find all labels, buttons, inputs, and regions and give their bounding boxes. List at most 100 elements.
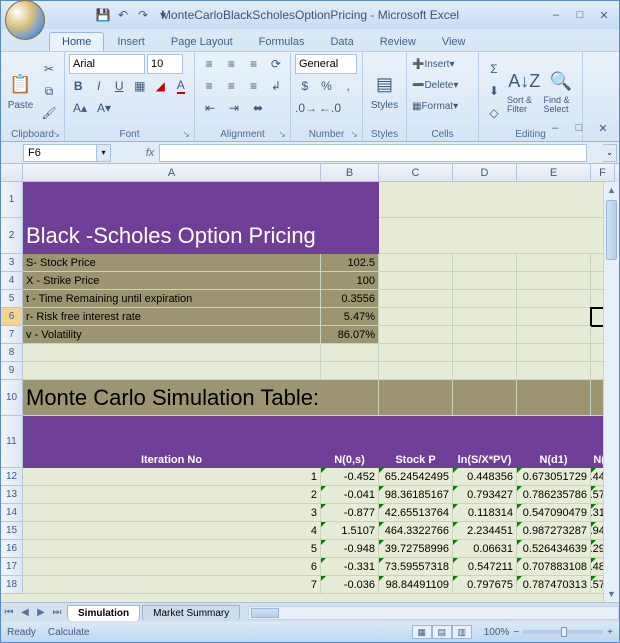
cell[interactable] (517, 290, 591, 308)
nd1-16[interactable]: 0.526434639 (517, 540, 591, 558)
cell[interactable] (517, 344, 591, 362)
undo-icon[interactable]: ↶ (115, 7, 131, 23)
align-top-icon[interactable]: ≡ (199, 54, 219, 74)
cell[interactable] (453, 326, 517, 344)
sort-filter-button[interactable]: A↓Z Sort & Filter (507, 54, 542, 128)
cell[interactable] (453, 380, 517, 416)
format-painter-icon[interactable]: 🖌 (38, 103, 60, 123)
row-1[interactable]: 1 (1, 182, 23, 218)
restore-button[interactable]: □ (569, 7, 591, 23)
cell[interactable] (453, 290, 517, 308)
cell[interactable] (453, 344, 517, 362)
hdr-lnsxpv[interactable]: ln(S/X*PV) (453, 416, 517, 468)
underline-button[interactable]: U (110, 76, 129, 96)
fill-icon[interactable]: ⬇ (483, 81, 505, 101)
align-middle-icon[interactable]: ≡ (221, 54, 241, 74)
alignment-launcher-icon[interactable]: ↘ (278, 129, 286, 140)
merge-center-icon[interactable]: ⬌ (247, 98, 269, 118)
title-banner[interactable] (23, 182, 379, 218)
row-10[interactable]: 10 (1, 380, 23, 416)
close-button[interactable]: ✕ (593, 7, 615, 23)
decrease-decimal-icon[interactable]: ←.0 (319, 98, 341, 118)
align-bottom-icon[interactable]: ≡ (244, 54, 264, 74)
black-scholes-title[interactable]: Black -Scholes Option Pricing (23, 218, 379, 254)
zoom-out-icon[interactable]: − (513, 627, 519, 638)
tab-view[interactable]: View (429, 32, 479, 51)
col-B[interactable]: B (321, 164, 379, 182)
row-7[interactable]: 7 (1, 326, 23, 344)
cell[interactable] (379, 254, 453, 272)
cell[interactable] (379, 380, 453, 416)
cell[interactable] (453, 308, 517, 326)
param-label-3[interactable]: S- Stock Price (23, 254, 321, 272)
col-E[interactable]: E (517, 164, 591, 182)
name-box-dropdown-icon[interactable]: ▾ (97, 144, 111, 162)
param-label-7[interactable]: v - Volatility (23, 326, 321, 344)
orientation-icon[interactable]: ⟳ (266, 54, 286, 74)
minimize-button[interactable]: – (545, 7, 567, 23)
cell[interactable] (453, 272, 517, 290)
align-center-icon[interactable]: ≡ (221, 76, 241, 96)
redo-icon[interactable]: ↷ (135, 7, 151, 23)
clear-icon[interactable]: ◇ (483, 103, 505, 123)
stockp-15[interactable]: 464.3322766 (379, 522, 453, 540)
formula-bar[interactable] (159, 144, 587, 162)
fx-icon[interactable]: fx (141, 147, 159, 159)
cell-styles-button[interactable]: ▤ Styles (367, 54, 402, 128)
row-6[interactable]: 6 (1, 308, 23, 326)
horizontal-scrollbar[interactable] (248, 606, 619, 620)
font-size-combo[interactable]: 10 (147, 54, 183, 74)
decrease-indent-icon[interactable]: ⇤ (199, 98, 221, 118)
cell[interactable] (517, 272, 591, 290)
insert-cells-button[interactable]: ➕ Insert ▾ (411, 54, 474, 74)
nd1-15[interactable]: 0.987273287 (517, 522, 591, 540)
formula-bar-expand-icon[interactable]: ⌄ (603, 144, 617, 162)
iter-17[interactable]: 6 (23, 558, 321, 576)
view-page-break-icon[interactable]: ▥ (452, 625, 472, 639)
row-4[interactable]: 4 (1, 272, 23, 290)
copy-icon[interactable]: ⧉ (38, 81, 60, 101)
lnsxpv-15[interactable]: 2.234451 (453, 522, 517, 540)
param-label-4[interactable]: X - Strike Price (23, 272, 321, 290)
cell[interactable] (517, 362, 591, 380)
cell[interactable] (517, 326, 591, 344)
grow-font-button[interactable]: A▴ (69, 98, 91, 118)
n0s-15[interactable]: 1.5107 (321, 522, 379, 540)
cell[interactable] (23, 344, 321, 362)
bold-button[interactable]: B (69, 76, 88, 96)
cell[interactable] (453, 362, 517, 380)
n0s-14[interactable]: -0.877 (321, 504, 379, 522)
row-12[interactable]: 12 (1, 468, 23, 486)
col-F[interactable]: F (591, 164, 615, 182)
stockp-17[interactable]: 73.59557318 (379, 558, 453, 576)
lnsxpv-16[interactable]: 0.06631 (453, 540, 517, 558)
iter-12[interactable]: 1 (23, 468, 321, 486)
cell[interactable] (379, 362, 453, 380)
font-color-button[interactable]: A (172, 76, 191, 96)
stockp-13[interactable]: 98.36185167 (379, 486, 453, 504)
sheet-tab-simulation[interactable]: Simulation (67, 605, 140, 621)
cell[interactable] (517, 380, 591, 416)
iter-14[interactable]: 3 (23, 504, 321, 522)
cell[interactable] (379, 326, 453, 344)
iter-13[interactable]: 2 (23, 486, 321, 504)
lnsxpv-18[interactable]: 0.797675 (453, 576, 517, 594)
sheet-tab-market-summary[interactable]: Market Summary (142, 605, 240, 621)
nd1-12[interactable]: 0.673051729 (517, 468, 591, 486)
cell[interactable] (23, 362, 321, 380)
tab-home[interactable]: Home (49, 32, 104, 51)
row-13[interactable]: 13 (1, 486, 23, 504)
n0s-12[interactable]: -0.452 (321, 468, 379, 486)
param-value-3[interactable]: 102.5 (321, 254, 379, 272)
comma-format-icon[interactable]: , (338, 76, 358, 96)
zoom-in-icon[interactable]: + (607, 627, 613, 638)
row-14[interactable]: 14 (1, 504, 23, 522)
row-16[interactable]: 16 (1, 540, 23, 558)
hdr-stockp[interactable]: Stock P (379, 416, 453, 468)
tab-formulas[interactable]: Formulas (246, 32, 318, 51)
lnsxpv-12[interactable]: 0.448356 (453, 468, 517, 486)
delete-cells-button[interactable]: ➖ Delete ▾ (411, 75, 474, 95)
increase-indent-icon[interactable]: ⇥ (223, 98, 245, 118)
row-3[interactable]: 3 (1, 254, 23, 272)
nd1-18[interactable]: 0.787470313 (517, 576, 591, 594)
